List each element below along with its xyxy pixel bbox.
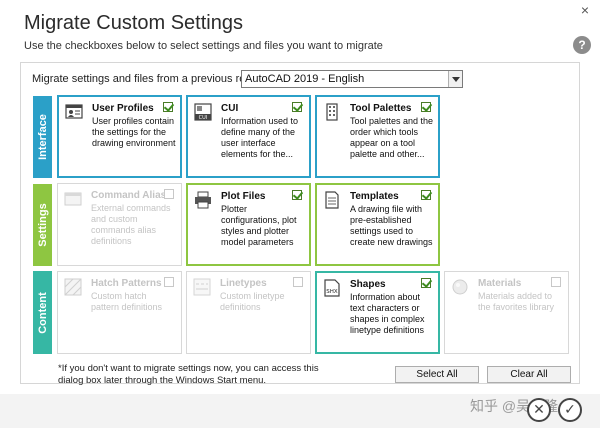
card-description: A drawing file with pre-established sett… bbox=[350, 204, 433, 247]
checkbox-shapes[interactable] bbox=[421, 278, 431, 288]
card-title: Command Alias bbox=[91, 190, 167, 201]
release-dropdown[interactable]: AutoCAD 2019 - English bbox=[241, 70, 463, 88]
user-profile-icon bbox=[65, 104, 83, 119]
card-plot-files[interactable]: Plot Files Plotter configurations, plot … bbox=[186, 183, 311, 266]
printer-icon bbox=[195, 191, 211, 209]
card-title: Tool Palettes bbox=[350, 103, 412, 114]
card-description: Materials added to the favorites library bbox=[478, 291, 555, 312]
card-materials: Materials Materials added to the favorit… bbox=[444, 271, 569, 354]
checkbox-cui[interactable] bbox=[292, 102, 302, 112]
ok-button[interactable]: ✓ bbox=[558, 398, 582, 422]
checkbox-templates[interactable] bbox=[421, 190, 431, 200]
card-tool-palettes[interactable]: Tool Palettes Tool palettes and the orde… bbox=[315, 95, 440, 178]
cui-icon: CUI bbox=[194, 103, 212, 121]
card-description: Custom hatch pattern definitions bbox=[91, 291, 163, 312]
section-tab-content: Content bbox=[33, 271, 52, 354]
card-command-alias: Command Alias External commands and cust… bbox=[57, 183, 182, 266]
dialog-title: Migrate Custom Settings bbox=[24, 12, 243, 34]
card-title: User Profiles bbox=[92, 103, 154, 114]
section-tab-settings: Settings bbox=[33, 184, 52, 266]
checkbox-linetypes bbox=[293, 277, 303, 287]
card-templates[interactable]: Templates A drawing file with pre-establ… bbox=[315, 183, 440, 266]
card-description: Custom linetype definitions bbox=[220, 291, 285, 312]
cancel-button[interactable]: ✕ bbox=[527, 398, 551, 422]
release-selected-value: AutoCAD 2019 - English bbox=[245, 73, 365, 85]
tool-palette-icon bbox=[326, 103, 338, 121]
card-title: CUI bbox=[221, 103, 239, 114]
card-shapes[interactable]: SHX Shapes Information about text charac… bbox=[315, 271, 440, 354]
linetype-icon bbox=[193, 278, 211, 296]
command-alias-icon bbox=[64, 192, 82, 206]
card-title: Plot Files bbox=[221, 191, 266, 202]
card-description: Tool palettes and the order which tools … bbox=[350, 116, 434, 159]
checkbox-tool-palettes[interactable] bbox=[421, 102, 431, 112]
checkbox-command-alias bbox=[164, 189, 174, 199]
checkbox-user-profiles[interactable] bbox=[163, 102, 173, 112]
card-title: Templates bbox=[350, 191, 399, 202]
release-label: Migrate settings and files from a previo… bbox=[32, 73, 275, 85]
title-bar: Migrate Custom Settings Use the checkbox… bbox=[0, 0, 600, 70]
section-tab-interface: Interface bbox=[33, 96, 52, 178]
card-hatch-patterns: Hatch Patterns Custom hatch pattern defi… bbox=[57, 271, 182, 354]
card-user-profiles[interactable]: User Profiles User profiles contain the … bbox=[57, 95, 182, 178]
card-description: Information about text characters or sha… bbox=[350, 292, 425, 335]
card-description: External commands and custom commands al… bbox=[91, 203, 171, 246]
template-icon bbox=[325, 191, 339, 209]
card-linetypes: Linetypes Custom linetype definitions bbox=[186, 271, 311, 354]
svg-text:CUI: CUI bbox=[199, 115, 208, 121]
checkbox-materials bbox=[551, 277, 561, 287]
shapes-icon: SHX bbox=[324, 279, 340, 297]
card-description: Information used to define many of the u… bbox=[221, 116, 299, 159]
svg-text:SHX: SHX bbox=[326, 289, 338, 295]
card-title: Shapes bbox=[350, 279, 386, 290]
dialog-subtitle: Use the checkboxes below to select setti… bbox=[24, 40, 383, 52]
clear-all-button[interactable]: Clear All bbox=[487, 366, 571, 383]
card-description: Plotter configurations, plot styles and … bbox=[221, 204, 297, 247]
card-cui[interactable]: CUI CUI Information used to define many … bbox=[186, 95, 311, 178]
migration-note: *If you don't want to migrate settings n… bbox=[58, 363, 319, 386]
checkbox-plot-files[interactable] bbox=[292, 190, 302, 200]
card-title: Materials bbox=[478, 278, 522, 289]
card-title: Linetypes bbox=[220, 278, 267, 289]
card-description: User profiles contain the settings for t… bbox=[92, 116, 176, 148]
card-title: Hatch Patterns bbox=[91, 278, 162, 289]
material-sphere-icon bbox=[452, 279, 468, 295]
checkbox-hatch-patterns bbox=[164, 277, 174, 287]
close-icon[interactable]: × bbox=[578, 2, 592, 18]
select-all-button[interactable]: Select All bbox=[395, 366, 479, 383]
chevron-down-icon[interactable] bbox=[448, 71, 462, 87]
help-icon[interactable]: ? bbox=[573, 36, 591, 54]
hatch-pattern-icon bbox=[64, 278, 82, 296]
